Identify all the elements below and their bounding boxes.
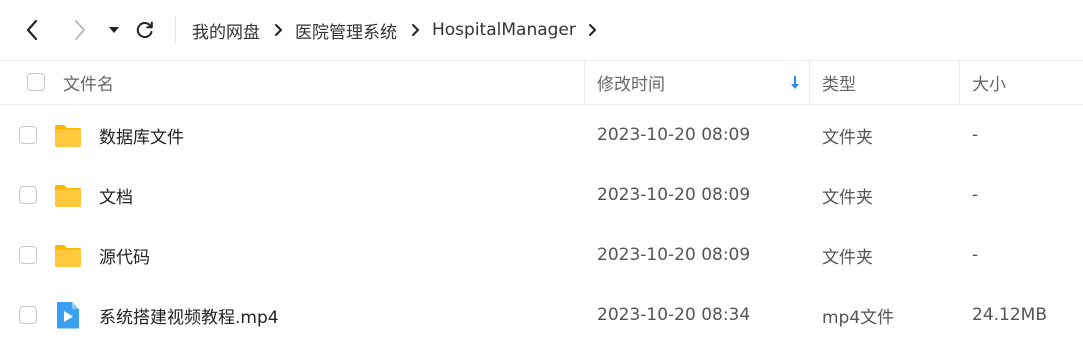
row-checkbox[interactable] (19, 126, 37, 144)
file-row[interactable]: 文档 2023-10-20 08:09 文件夹 - (0, 165, 1083, 225)
row-checkbox[interactable] (19, 186, 37, 204)
file-modified: 2023-10-20 08:09 (597, 245, 751, 265)
history-dropdown-button[interactable] (100, 16, 128, 44)
breadcrumb-separator-icon (411, 23, 420, 37)
file-type: 文件夹 (822, 127, 873, 148)
file-type: 文件夹 (822, 247, 873, 268)
row-checkbox[interactable] (19, 246, 37, 264)
back-button[interactable] (18, 16, 46, 44)
toolbar-divider (175, 16, 176, 44)
folder-icon (55, 185, 81, 207)
column-header-type[interactable]: 类型 (822, 60, 856, 104)
sort-descending-icon[interactable] (789, 76, 801, 90)
file-type: 文件夹 (822, 187, 873, 208)
file-row[interactable]: 系统搭建视频教程.mp4 2023-10-20 08:34 mp4文件 24.1… (0, 285, 1083, 345)
caret-down-icon (109, 27, 119, 33)
breadcrumb-expand-icon[interactable] (588, 23, 597, 37)
file-size: 24.12MB (972, 305, 1047, 325)
file-size: - (972, 245, 979, 265)
breadcrumb: 我的网盘 医院管理系统 HospitalManager (192, 0, 609, 60)
row-checkbox[interactable] (19, 306, 37, 324)
file-name[interactable]: 文档 (99, 165, 133, 225)
column-divider (809, 60, 810, 104)
file-list-header: 文件名 修改时间 类型 大小 (0, 60, 1083, 105)
file-modified: 2023-10-20 08:09 (597, 185, 751, 205)
column-header-modified[interactable]: 修改时间 (597, 60, 665, 104)
column-header-size[interactable]: 大小 (972, 60, 1006, 104)
file-row[interactable]: 数据库文件 2023-10-20 08:09 文件夹 - (0, 105, 1083, 165)
video-file-icon (57, 302, 79, 329)
file-name[interactable]: 系统搭建视频教程.mp4 (99, 285, 279, 345)
file-name[interactable]: 源代码 (99, 225, 150, 285)
breadcrumb-item-project[interactable]: 医院管理系统 (295, 18, 397, 43)
file-row[interactable]: 源代码 2023-10-20 08:09 文件夹 - (0, 225, 1083, 285)
column-divider (584, 60, 585, 104)
column-divider (959, 60, 960, 104)
chevron-right-icon (75, 20, 85, 40)
file-size: - (972, 185, 979, 205)
column-header-name[interactable]: 文件名 (63, 60, 114, 104)
file-type: mp4文件 (822, 307, 895, 328)
file-name[interactable]: 数据库文件 (99, 105, 184, 165)
file-size: - (972, 125, 979, 145)
file-modified: 2023-10-20 08:09 (597, 125, 751, 145)
refresh-icon (136, 21, 153, 39)
folder-icon (55, 245, 81, 267)
select-all-checkbox[interactable] (27, 73, 45, 91)
folder-icon (55, 125, 81, 147)
file-modified: 2023-10-20 08:34 (597, 305, 751, 325)
breadcrumb-item-current[interactable]: HospitalManager (432, 20, 576, 40)
forward-button[interactable] (66, 16, 94, 44)
refresh-button[interactable] (131, 16, 159, 44)
breadcrumb-separator-icon (274, 23, 283, 37)
breadcrumb-item-root[interactable]: 我的网盘 (192, 18, 260, 43)
toolbar: 我的网盘 医院管理系统 HospitalManager (0, 0, 1083, 61)
chevron-left-icon (26, 19, 38, 41)
